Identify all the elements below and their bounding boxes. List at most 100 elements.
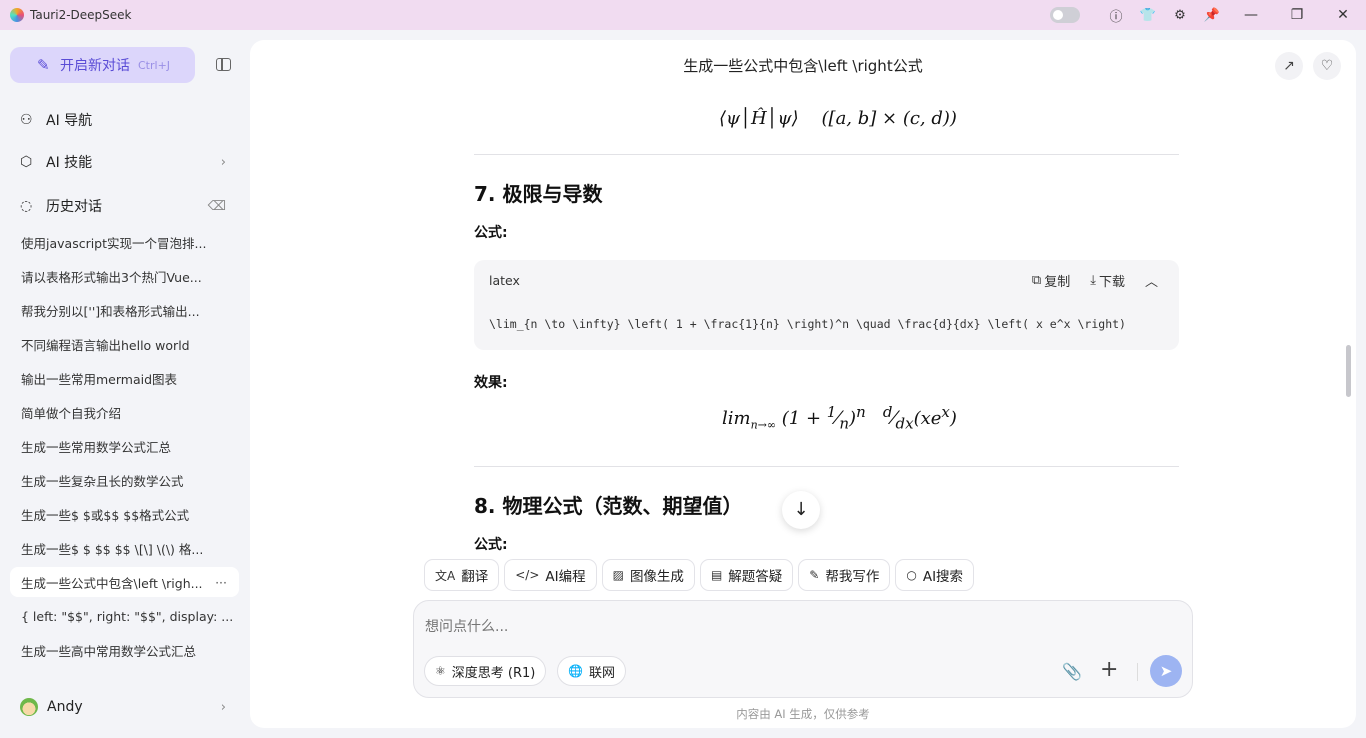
chip-label: 翻译 bbox=[461, 569, 489, 585]
download-button[interactable]: ⤓ 下载 bbox=[1090, 271, 1125, 290]
effect-label: 效果: bbox=[474, 375, 508, 391]
history-item[interactable]: 使用javascript实现一个冒泡排... bbox=[10, 227, 239, 257]
chevron-right-icon: › bbox=[220, 699, 226, 715]
deep-think-label: 深度思考 (R1) bbox=[451, 665, 536, 681]
theme-toggle[interactable] bbox=[1050, 7, 1080, 23]
chip-label: 解题答疑 bbox=[728, 569, 783, 585]
minimize-button[interactable]: — bbox=[1228, 7, 1274, 23]
chip-ai-search[interactable]: ○ AI搜索 bbox=[895, 559, 975, 591]
rendered-formula-limit: limn→∞ (1 + 1⁄n)n d⁄dx(xex) bbox=[722, 403, 957, 433]
chevron-right-icon: › bbox=[220, 154, 226, 170]
history-item[interactable]: 生成一些$ $ $$ $$ \[\] \(\) 格... bbox=[10, 533, 239, 563]
code-icon: </> bbox=[515, 568, 540, 582]
chevron-up-icon: ︿ bbox=[1144, 275, 1158, 290]
collapse-button[interactable]: ︿ bbox=[1145, 271, 1161, 290]
formula-label: 公式: bbox=[474, 537, 508, 553]
copy-label: 复制 bbox=[1044, 275, 1071, 290]
sidebar-item-label: AI 技能 bbox=[46, 155, 93, 171]
gear-icon[interactable]: ⚙ bbox=[1164, 8, 1196, 23]
history-item[interactable]: 生成一些高中常用数学公式汇总 bbox=[10, 635, 239, 665]
atom-icon: ⚛ bbox=[435, 664, 446, 678]
web-label: 联网 bbox=[588, 665, 615, 681]
divider bbox=[1137, 663, 1138, 681]
chip-label: 帮我写作 bbox=[825, 569, 880, 585]
chip-image-generation[interactable]: ▨ 图像生成 bbox=[601, 559, 695, 591]
section-heading: 8. 物理公式（范数、期望值） bbox=[474, 494, 743, 518]
more-options-icon[interactable]: ··· bbox=[215, 575, 227, 590]
sidebar-item-ai-skills[interactable]: ⬡ AI 技能 › bbox=[20, 150, 232, 174]
chat-input[interactable] bbox=[425, 619, 1125, 635]
download-label: 下载 bbox=[1098, 275, 1125, 290]
heart-icon[interactable]: ♡ bbox=[1313, 52, 1341, 80]
user-profile[interactable]: Andy › bbox=[20, 695, 232, 719]
disclaimer: 内容由 AI 生成，仅供参考 bbox=[736, 707, 870, 721]
user-name: Andy bbox=[47, 699, 83, 715]
section-heading: 7. 极限与导数 bbox=[474, 182, 603, 206]
new-chat-shortcut: Ctrl+J bbox=[138, 58, 171, 72]
chip-writing[interactable]: ✎ 帮我写作 bbox=[798, 559, 891, 591]
pen-icon: ✎ bbox=[809, 568, 820, 582]
history-item[interactable]: 输出一些常用mermaid图表 bbox=[10, 363, 239, 393]
rendered-formula-bra-ket: ⟨ψ│Ĥ│ψ⟩ ([a, b] × (c, d)) bbox=[719, 108, 957, 129]
deep-think-toggle[interactable]: ⚛ 深度思考 (R1) bbox=[424, 656, 547, 686]
history-item[interactable]: 简单做个自我介绍 bbox=[10, 397, 239, 427]
sidebar-item-history[interactable]: ◌ 历史对话 ⌫ bbox=[20, 194, 232, 218]
history-item-active[interactable]: 生成一些公式中包含\left \righ... ··· bbox=[10, 567, 239, 597]
chat-bubble-icon: ◌ bbox=[20, 198, 33, 214]
globe-icon: 🌐 bbox=[568, 664, 583, 678]
sidebar-item-label: AI 导航 bbox=[46, 113, 93, 129]
info-icon[interactable]: ⓘ bbox=[1100, 6, 1132, 25]
sidebar-collapse-icon[interactable] bbox=[216, 58, 231, 71]
history-item[interactable]: 生成一些常用数学公式汇总 bbox=[10, 431, 239, 461]
broom-icon[interactable]: ⌫ bbox=[208, 199, 226, 214]
chip-translate[interactable]: 文A 翻译 bbox=[424, 559, 500, 591]
plus-icon[interactable]: + bbox=[1100, 657, 1118, 682]
chip-label: 图像生成 bbox=[629, 569, 684, 585]
network-icon: ⚇ bbox=[20, 112, 33, 128]
conversation-title: 生成一些公式中包含\left \right公式 bbox=[683, 57, 923, 75]
history-item-label: 生成一些公式中包含\left \righ... bbox=[21, 575, 203, 591]
divider bbox=[474, 466, 1179, 467]
app-logo-icon bbox=[10, 8, 24, 22]
formula-label: 公式: bbox=[474, 225, 508, 241]
pin-icon[interactable]: 📌 bbox=[1196, 8, 1228, 23]
history-item[interactable]: 生成一些$ $或$$ $$格式公式 bbox=[10, 499, 239, 529]
code-source: \lim_{n \to \infty} \left( 1 + \frac{1}{… bbox=[489, 317, 1126, 331]
history-item[interactable]: 帮我分别以['']和表格形式输出... bbox=[10, 295, 239, 325]
sidebar-item-label: 历史对话 bbox=[46, 199, 102, 215]
shirt-icon[interactable]: 👕 bbox=[1132, 8, 1164, 23]
web-search-toggle[interactable]: 🌐 联网 bbox=[557, 656, 626, 686]
divider bbox=[474, 154, 1179, 155]
download-icon: ⤓ bbox=[1090, 273, 1096, 288]
chip-ai-coding[interactable]: </> AI编程 bbox=[504, 559, 597, 591]
cube-icon: ⬡ bbox=[20, 154, 33, 170]
chip-label: AI搜索 bbox=[922, 569, 964, 585]
document-icon: ▤ bbox=[710, 568, 723, 582]
code-language: latex bbox=[489, 273, 520, 288]
history-item[interactable]: 不同编程语言输出hello world bbox=[10, 329, 239, 359]
avatar bbox=[20, 698, 38, 716]
paperclip-icon[interactable]: 📎 bbox=[1062, 662, 1082, 681]
chip-problem-solving[interactable]: ▤ 解题答疑 bbox=[699, 559, 794, 591]
chip-label: AI编程 bbox=[545, 569, 586, 585]
share-icon[interactable]: ↗ bbox=[1275, 52, 1303, 80]
history-item[interactable]: 生成一些复杂且长的数学公式 bbox=[10, 465, 239, 495]
code-block: latex ⧉ 复制 ⤓ 下载 ︿ \lim_{n \to \infty} \lef… bbox=[474, 260, 1179, 350]
copy-icon: ⧉ bbox=[1031, 273, 1042, 288]
code-actions: ⧉ 复制 ⤓ 下载 ︿ bbox=[1012, 271, 1161, 290]
translate-icon: 文A bbox=[435, 568, 456, 583]
new-chat-button[interactable]: ✎ 开启新对话 Ctrl+J bbox=[10, 47, 195, 83]
app-title: Tauri2-DeepSeek bbox=[30, 8, 132, 22]
restore-button[interactable]: ❐ bbox=[1274, 7, 1320, 23]
scrollbar-thumb[interactable] bbox=[1346, 345, 1351, 397]
title-bar: Tauri2-DeepSeek ⓘ 👕 ⚙ 📌 — ❐ ✕ bbox=[0, 0, 1366, 30]
history-item[interactable]: 请以表格形式输出3个热门Vue... bbox=[10, 261, 239, 291]
sidebar-item-ai-nav[interactable]: ⚇ AI 导航 bbox=[20, 108, 232, 132]
chat-plus-icon: ✎ bbox=[37, 56, 50, 74]
scroll-to-bottom-button[interactable]: ↓ bbox=[782, 491, 820, 529]
close-button[interactable]: ✕ bbox=[1320, 7, 1366, 23]
send-button[interactable]: ➤ bbox=[1150, 655, 1182, 687]
history-item[interactable]: { left: "$$", right: "$$", display: ... bbox=[10, 601, 239, 631]
copy-button[interactable]: ⧉ 复制 bbox=[1032, 271, 1070, 290]
quick-actions: 文A 翻译 </> AI编程 ▨ 图像生成 ▤ 解题答疑 ✎ 帮我写作 ○ AI搜索 bbox=[424, 559, 979, 591]
